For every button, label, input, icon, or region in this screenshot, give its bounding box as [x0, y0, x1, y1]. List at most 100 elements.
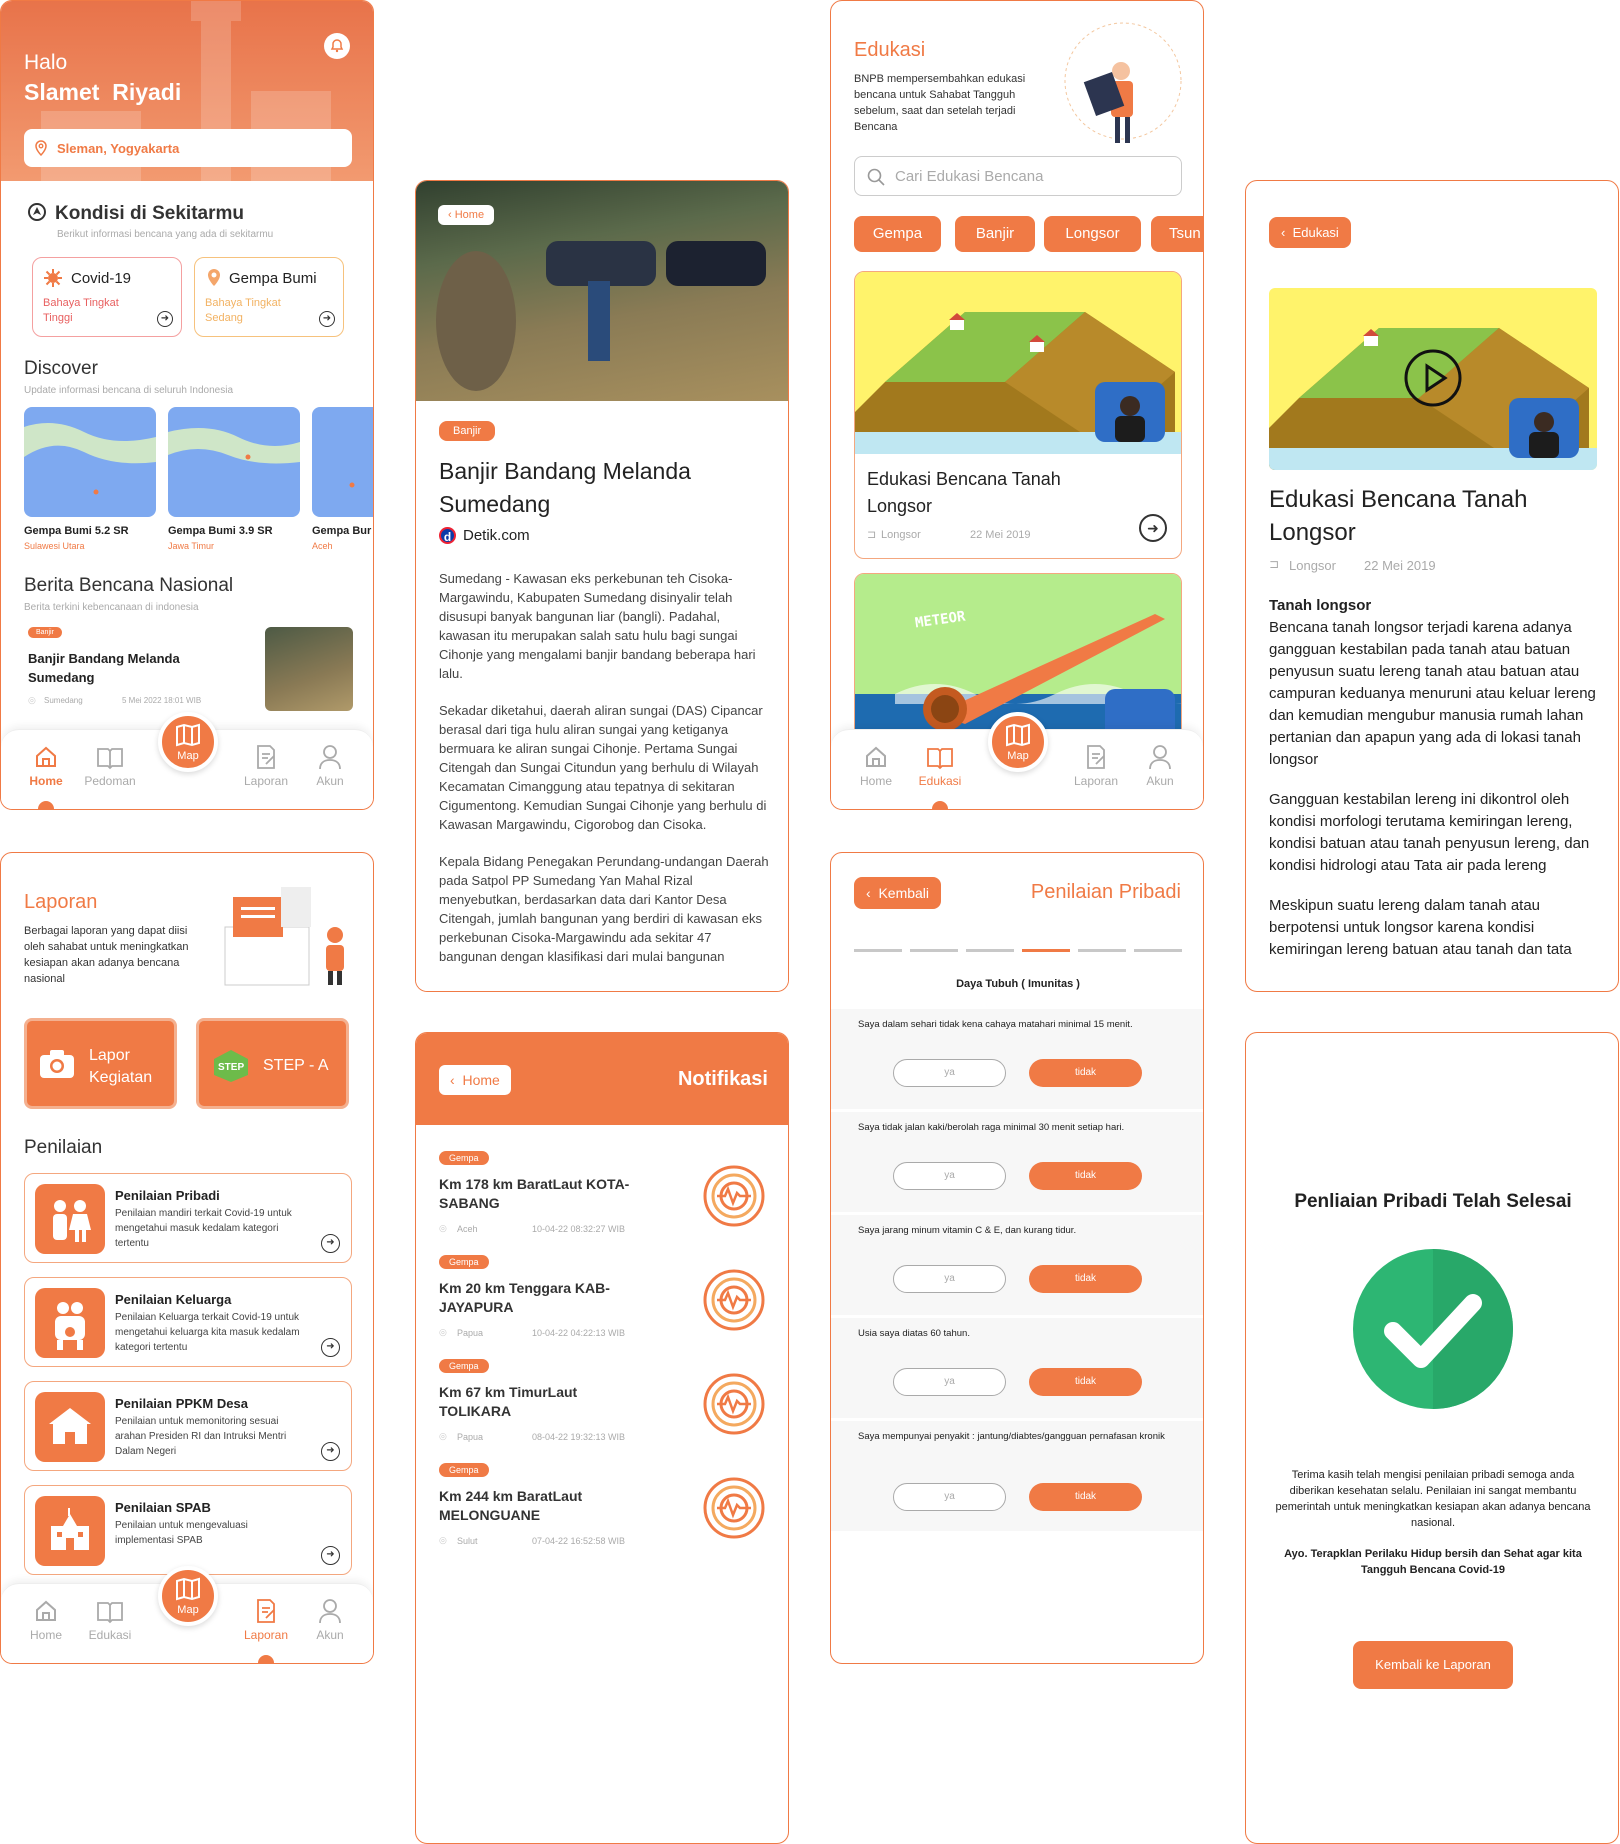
progress-step [1078, 949, 1126, 952]
gempa-card[interactable]: Gempa Bumi Bahaya Tingkat Sedang ➜ [194, 257, 344, 337]
arrow-right-icon[interactable]: ➜ [321, 1442, 340, 1461]
notif-item[interactable]: Gempa Km 67 km TimurLaut TOLIKARA ◎ Papu… [439, 1359, 769, 1459]
tab-tsunami[interactable]: Tsun [1151, 216, 1203, 252]
bottom-nav: Home Edukasi Map Laporan Akun [831, 712, 1203, 809]
nav-label: Edukasi [918, 774, 962, 788]
reader-illustration [1059, 21, 1187, 145]
school-icon [35, 1496, 105, 1566]
tidak-button[interactable]: tidak [1029, 1483, 1142, 1511]
article-paragraph: Sumedang - Kawasan eks perkebunan teh Ci… [439, 571, 756, 681]
laporan-screen: Laporan Berbagai laporan yang dapat diis… [0, 852, 374, 1664]
map-card[interactable] [312, 407, 373, 517]
nav-label: Edukasi [88, 1628, 132, 1642]
seismic-icon [703, 1165, 765, 1232]
notif-date: 07-04-22 16:52:58 WIB [532, 1536, 626, 1546]
nav-akun[interactable]: Akun [1125, 744, 1195, 788]
tidak-button[interactable]: tidak [1029, 1368, 1142, 1396]
detail-paragraph: Bencana tanah longsor terjadi karena ada… [1269, 619, 1596, 768]
tab-longsor[interactable]: Longsor [1044, 216, 1141, 252]
lapor-kegiatan-button[interactable]: Lapor Kegiatan [24, 1018, 177, 1109]
tab-gempa[interactable]: Gempa [854, 216, 941, 252]
ya-button[interactable]: ya [893, 1162, 1006, 1190]
location-box[interactable]: Sleman, Yogyakarta [24, 129, 352, 167]
map-card[interactable] [24, 407, 156, 517]
back-button[interactable]: ‹ Kembali [854, 877, 942, 909]
arrow-right-icon[interactable]: ➜ [321, 1546, 340, 1565]
news-chip: Banjir [28, 627, 62, 638]
nav-map-button[interactable]: Map [158, 712, 218, 772]
ya-button[interactable]: ya [893, 1265, 1006, 1293]
user-name: Slamet Riyadi [24, 79, 182, 105]
seismic-icon [703, 1269, 765, 1336]
article-paragraph: Kepala Bidang Penegakan Perundang-undang… [439, 854, 769, 964]
nav-home[interactable]: Home [11, 1598, 81, 1642]
arrow-right-icon[interactable]: ➜ [319, 311, 335, 327]
bell-icon[interactable] [324, 33, 350, 59]
notif-item[interactable]: Gempa Km 244 km BaratLaut MELONGUANE ◎ S… [439, 1463, 769, 1563]
penilaian-ppkm-card[interactable]: Penilaian PPKM Desa Penilaian untuk memo… [24, 1381, 352, 1471]
search-input[interactable]: Cari Edukasi Bencana [854, 156, 1182, 196]
nav-label: Map [1007, 750, 1029, 762]
tidak-button[interactable]: tidak [1029, 1059, 1142, 1087]
selesai-title: Penliaian Pribadi Telah Selesai [1294, 1191, 1572, 1212]
svg-text:STEP: STEP [218, 1062, 244, 1073]
nav-map-button[interactable]: Map [988, 712, 1048, 772]
tab-banjir[interactable]: Banjir [955, 216, 1035, 252]
penilaian-keluarga-card[interactable]: Penilaian Keluarga Penilaian Keluarga te… [24, 1277, 352, 1367]
video-player[interactable] [1269, 288, 1597, 470]
nav-laporan[interactable]: Laporan [1061, 744, 1131, 788]
arrow-right-icon[interactable]: ➜ [1139, 514, 1167, 542]
village-icon [35, 1392, 105, 1462]
question-row: Saya mempunyai penyakit : jantung/diabte… [831, 1421, 1203, 1531]
tidak-button[interactable]: tidak [1029, 1162, 1142, 1190]
article-source: Detik.com [463, 527, 530, 544]
news-item[interactable]: Banjir Banjir Bandang Melanda Sumedang ◎… [24, 621, 354, 711]
covid-title: Covid-19 [71, 270, 132, 287]
kembali-laporan-button[interactable]: Kembali ke Laporan [1353, 1641, 1513, 1689]
nav-akun[interactable]: Akun [295, 1598, 365, 1642]
notif-item-title: Km 20 km Tenggara KAB-JAYAPURA [439, 1280, 610, 1315]
ya-button[interactable]: ya [893, 1059, 1006, 1087]
discover-subtitle: Update informasi bencana di seluruh Indo… [24, 385, 234, 396]
covid-card[interactable]: Covid-19 Bahaya Tingkat Tinggi ➜ [32, 257, 182, 337]
nav-label: Laporan [243, 774, 289, 788]
nav-laporan[interactable]: Laporan [231, 1598, 301, 1642]
nav-home[interactable]: Home [841, 744, 911, 788]
back-button[interactable]: ‹ Edukasi [1269, 217, 1351, 248]
card-title: Penilaian Keluarga [115, 1292, 232, 1307]
notif-item[interactable]: Gempa Km 20 km Tenggara KAB-JAYAPURA ◎ P… [439, 1255, 769, 1355]
nav-label: Map [177, 750, 199, 762]
nav-edukasi[interactable]: Edukasi [75, 1598, 145, 1642]
card-desc: Penilaian untuk mengevaluasi implementas… [115, 1520, 248, 1546]
nav-pedoman[interactable]: Pedoman [75, 744, 145, 788]
notif-date: 10-04-22 08:32:27 WIB [532, 1224, 626, 1234]
penilaian-pribadi-card[interactable]: Penilaian Pribadi Penilaian mandiri terk… [24, 1173, 352, 1263]
step-a-logo-icon: STEP [213, 1049, 249, 1088]
tidak-button[interactable]: tidak [1029, 1265, 1142, 1293]
map-card[interactable] [168, 407, 300, 517]
back-button[interactable]: ‹ Home [438, 205, 495, 225]
nav-map-button[interactable]: Map [158, 1566, 218, 1626]
kondisi-subtitle: Berikut informasi bencana yang ada di se… [57, 229, 274, 240]
back-button[interactable]: ‹ Home [439, 1065, 511, 1095]
nav-home[interactable]: Home [11, 744, 81, 788]
notif-item[interactable]: Gempa Km 178 km BaratLaut KOTA-SABANG ◎ … [439, 1151, 769, 1251]
map-loc: Sulawesi Utara [24, 541, 85, 551]
arrow-right-icon[interactable]: ➜ [321, 1338, 340, 1357]
detail-paragraph: Gangguan kestabilan lereng ini dikontrol… [1269, 791, 1590, 874]
arrow-right-icon[interactable]: ➜ [157, 311, 173, 327]
detail-title: Edukasi Bencana Tanah Longsor [1269, 486, 1528, 546]
nav-edukasi[interactable]: Edukasi [905, 744, 975, 788]
nav-akun[interactable]: Akun [295, 744, 365, 788]
step-a-label: STEP - A [263, 1057, 329, 1074]
edukasi-card[interactable]: Edukasi Bencana Tanah Longsor ⊐ Longsor … [854, 271, 1182, 559]
nav-laporan[interactable]: Laporan [231, 744, 301, 788]
arrow-right-icon[interactable]: ➜ [321, 1234, 340, 1253]
penilaian-spab-card[interactable]: Penilaian SPAB Penilaian untuk mengevalu… [24, 1485, 352, 1575]
ya-button[interactable]: ya [893, 1368, 1006, 1396]
pin-icon: ◎ [439, 1327, 447, 1337]
greeting: Halo [24, 51, 68, 74]
step-a-button[interactable]: STEP STEP - A [196, 1018, 349, 1109]
ya-button[interactable]: ya [893, 1483, 1006, 1511]
play-icon[interactable] [1403, 348, 1463, 413]
